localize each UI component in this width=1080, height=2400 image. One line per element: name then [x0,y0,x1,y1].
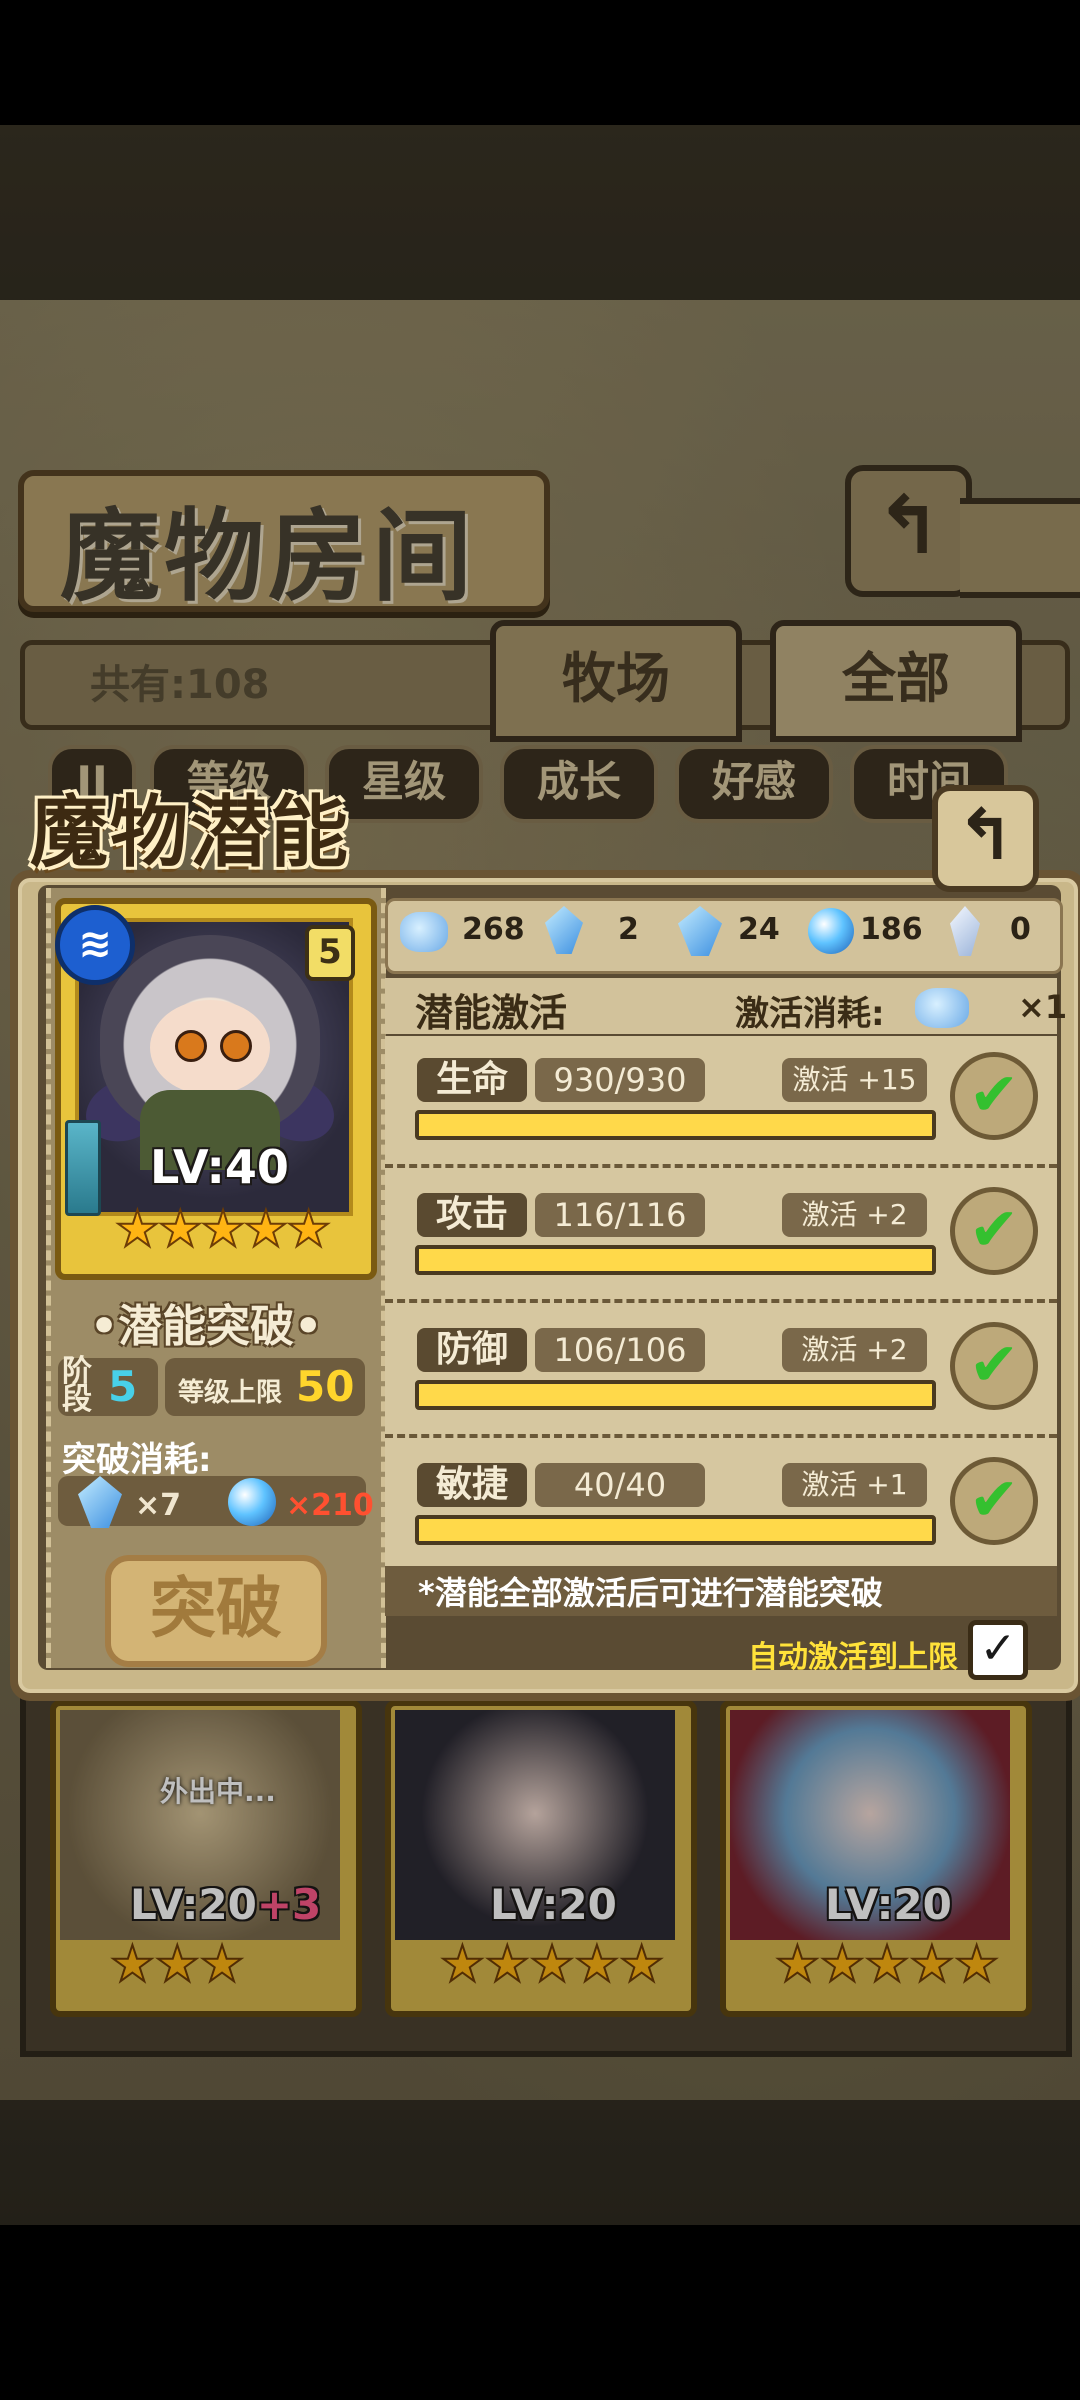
stat-bonus-def: 激活 +2 [782,1328,927,1372]
activation-cost-value: ×1 [1018,988,1068,1026]
stat-value-def: 106/106 [535,1328,705,1372]
activate-hp-button[interactable]: ✔ [950,1052,1038,1140]
check-icon: ✔ [968,1330,1020,1400]
breakthrough-title: •潜能突破• [90,1301,323,1352]
breakthrough-note: *潜能全部激活后可进行潜能突破 [418,1574,883,1612]
check-icon: ✔ [968,1195,1020,1265]
stat-bonus-hp: 激活 +15 [782,1058,927,1102]
stat-label-def: 防御 [417,1328,527,1372]
monster-eye-left [175,1030,207,1062]
ore-icon [915,988,969,1028]
stat-value-agi: 40/40 [535,1463,705,1507]
stat-bar-def [415,1380,936,1410]
rank-badge: 5 [305,925,355,981]
row-divider [385,1434,1057,1438]
level-cap-label: 等级上限 [178,1378,283,1408]
monster-level: LV:40 [150,1140,289,1194]
resource-crystal-large: 24 [738,912,780,947]
stat-bar-atk [415,1245,936,1275]
stat-label-atk: 攻击 [417,1193,527,1237]
return-arrow-icon: ↰ [956,794,1015,876]
resource-shard: 0 [1010,912,1031,947]
stage-value: 5 [108,1362,138,1411]
resource-orb: 186 [860,912,923,947]
orb-icon [808,908,854,954]
stat-value-atk: 116/116 [535,1193,705,1237]
dialog-title: 魔物潜能 [30,788,351,878]
ore-icon [400,912,448,952]
check-icon: ✓ [979,1623,1017,1674]
potential-title: 潜能激活 [415,991,568,1035]
breakthrough-cost-title: 突破消耗: [62,1440,212,1480]
activation-cost-label: 激活消耗: [735,994,885,1034]
stat-bar-agi [415,1515,936,1545]
cost-orb-amount: ×210 [286,1488,374,1523]
auto-activate-checkbox[interactable]: ✓ [968,1620,1028,1680]
activate-atk-button[interactable]: ✔ [950,1187,1038,1275]
water-wave-icon: ≋ [55,905,135,985]
row-divider [385,1299,1057,1303]
activate-agi-button[interactable]: ✔ [950,1457,1038,1545]
sword-icon [65,1120,101,1216]
stat-value-hp: 930/930 [535,1058,705,1102]
row-divider [385,1164,1057,1168]
breakthrough-button[interactable]: 突破 [105,1555,327,1667]
dialog-back-button[interactable]: ↰ [932,785,1039,892]
cost-crystal-amount: ×7 [135,1488,182,1523]
stat-bar-hp [415,1110,936,1140]
orb-icon [228,1478,276,1526]
monster-eye-right [220,1030,252,1062]
auto-activate-label: 自动激活到上限 [748,1640,958,1675]
stat-label-hp: 生命 [417,1058,527,1102]
monster-face [150,1000,270,1095]
stat-bonus-agi: 激活 +1 [782,1463,927,1507]
level-cap-value: 50 [296,1362,355,1411]
stage-label: 阶段 [62,1354,92,1417]
monster-stars: ★★★★★ [114,1199,332,1259]
stat-bonus-atk: 激活 +2 [782,1193,927,1237]
activate-def-button[interactable]: ✔ [950,1322,1038,1410]
stat-label-agi: 敏捷 [417,1463,527,1507]
check-icon: ✔ [968,1465,1020,1535]
resource-crystal-small: 2 [618,912,639,947]
resource-ore: 268 [462,912,525,947]
check-icon: ✔ [968,1060,1020,1130]
